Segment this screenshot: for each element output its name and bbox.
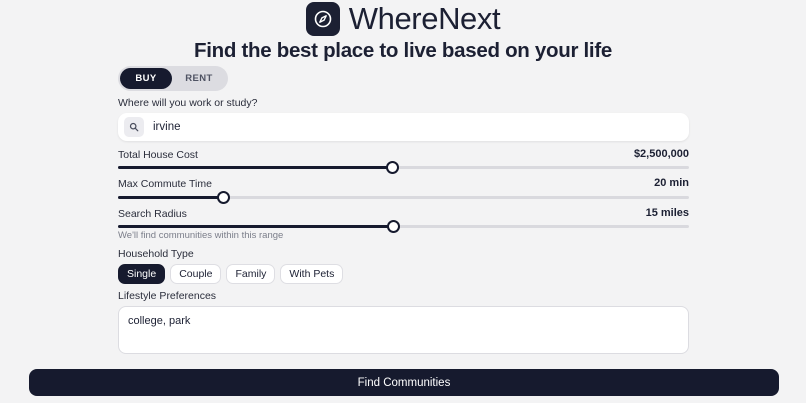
page-title: Find the best place to live based on you…	[194, 39, 612, 62]
radius-slider[interactable]	[118, 220, 689, 233]
search-icon	[124, 117, 144, 137]
radius-label: Search Radius	[118, 208, 187, 220]
commute-slider-thumb[interactable]	[217, 191, 231, 204]
household-chip-with-pets[interactable]: With Pets	[280, 264, 344, 284]
household-chip-family[interactable]: Family	[226, 264, 276, 284]
brand-header: WhereNext	[0, 2, 806, 36]
house-cost-value: $2,500,000	[633, 148, 689, 160]
household-chip-single[interactable]: Single	[118, 264, 166, 284]
work-location-input[interactable]	[153, 121, 653, 133]
commute-slider-fill	[118, 196, 224, 199]
lifestyle-input[interactable]: college, park	[118, 306, 689, 354]
app-page: WhereNext Find the best place to live ba…	[0, 0, 806, 403]
household-options: Single Couple Family With Pets	[118, 264, 344, 284]
work-location-field[interactable]	[118, 113, 689, 141]
work-location-label: Where will you work or study?	[118, 97, 258, 109]
toggle-option-buy[interactable]: BUY	[120, 68, 172, 89]
brand-name: WhereNext	[348, 1, 501, 36]
house-cost-slider-fill	[118, 166, 392, 169]
toggle-option-rent[interactable]: RENT	[173, 68, 225, 89]
commute-value: 20 min	[654, 177, 689, 189]
buy-rent-toggle: BUY RENT	[118, 66, 228, 91]
household-chip-couple[interactable]: Couple	[170, 264, 222, 284]
household-label: Household Type	[118, 248, 194, 260]
compass-icon	[305, 2, 340, 36]
find-communities-button[interactable]: Find Communities	[29, 369, 779, 396]
lifestyle-label: Lifestyle Preferences	[118, 290, 217, 302]
house-cost-slider-thumb[interactable]	[385, 161, 399, 174]
house-cost-slider[interactable]	[118, 161, 689, 174]
radius-slider-thumb[interactable]	[387, 220, 401, 233]
house-cost-label: Total House Cost	[118, 149, 198, 161]
commute-label: Max Commute Time	[118, 178, 212, 190]
radius-value: 15 miles	[645, 207, 689, 219]
commute-slider[interactable]	[118, 191, 689, 204]
radius-slider-fill	[118, 225, 394, 228]
radius-hint: We'll find communities within this range	[118, 230, 284, 241]
